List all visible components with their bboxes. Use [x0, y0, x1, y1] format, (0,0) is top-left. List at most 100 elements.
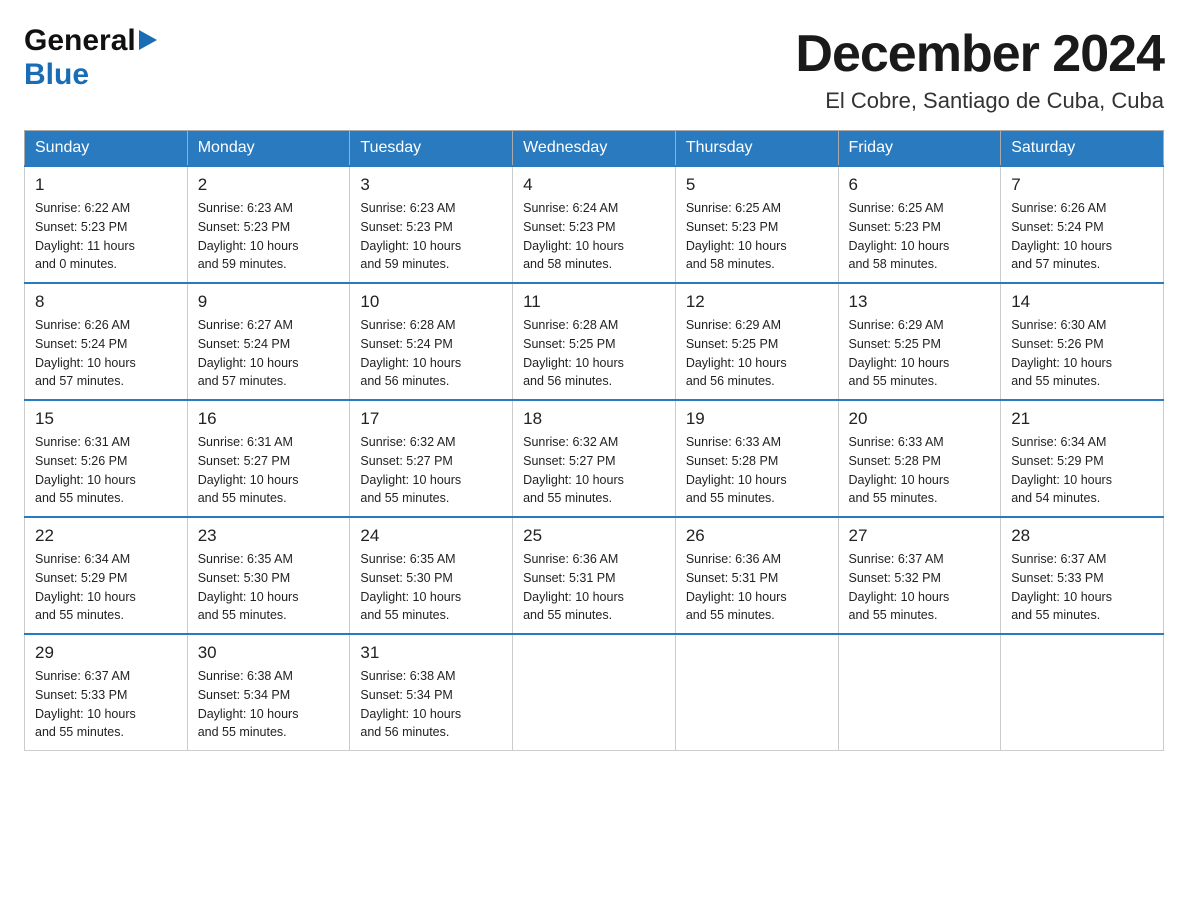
day-number: 15: [35, 409, 177, 429]
day-number: 6: [849, 175, 991, 195]
day-info: Sunrise: 6:29 AMSunset: 5:25 PMDaylight:…: [686, 316, 828, 391]
calendar-cell: 9 Sunrise: 6:27 AMSunset: 5:24 PMDayligh…: [187, 283, 350, 400]
day-number: 26: [686, 526, 828, 546]
day-info: Sunrise: 6:34 AMSunset: 5:29 PMDaylight:…: [35, 550, 177, 625]
week-row-3: 15 Sunrise: 6:31 AMSunset: 5:26 PMDaylig…: [25, 400, 1164, 517]
day-number: 7: [1011, 175, 1153, 195]
day-info: Sunrise: 6:24 AMSunset: 5:23 PMDaylight:…: [523, 199, 665, 274]
logo-general: General: [24, 24, 136, 58]
calendar-cell: 3 Sunrise: 6:23 AMSunset: 5:23 PMDayligh…: [350, 166, 513, 283]
day-info: Sunrise: 6:23 AMSunset: 5:23 PMDaylight:…: [360, 199, 502, 274]
day-info: Sunrise: 6:31 AMSunset: 5:26 PMDaylight:…: [35, 433, 177, 508]
day-number: 2: [198, 175, 340, 195]
calendar-cell: 5 Sunrise: 6:25 AMSunset: 5:23 PMDayligh…: [675, 166, 838, 283]
day-number: 23: [198, 526, 340, 546]
day-number: 14: [1011, 292, 1153, 312]
logo: General Blue: [24, 24, 157, 92]
header-tuesday: Tuesday: [350, 131, 513, 167]
day-number: 18: [523, 409, 665, 429]
day-info: Sunrise: 6:37 AMSunset: 5:33 PMDaylight:…: [1011, 550, 1153, 625]
day-info: Sunrise: 6:37 AMSunset: 5:33 PMDaylight:…: [35, 667, 177, 742]
calendar-cell: 14 Sunrise: 6:30 AMSunset: 5:26 PMDaylig…: [1001, 283, 1164, 400]
day-info: Sunrise: 6:33 AMSunset: 5:28 PMDaylight:…: [686, 433, 828, 508]
day-number: 8: [35, 292, 177, 312]
calendar-title: December 2024: [795, 24, 1164, 84]
calendar-cell: 23 Sunrise: 6:35 AMSunset: 5:30 PMDaylig…: [187, 517, 350, 634]
week-row-2: 8 Sunrise: 6:26 AMSunset: 5:24 PMDayligh…: [25, 283, 1164, 400]
day-number: 19: [686, 409, 828, 429]
day-info: Sunrise: 6:35 AMSunset: 5:30 PMDaylight:…: [360, 550, 502, 625]
calendar-cell: 20 Sunrise: 6:33 AMSunset: 5:28 PMDaylig…: [838, 400, 1001, 517]
calendar-cell: 18 Sunrise: 6:32 AMSunset: 5:27 PMDaylig…: [513, 400, 676, 517]
header-thursday: Thursday: [675, 131, 838, 167]
day-number: 9: [198, 292, 340, 312]
calendar-cell: 10 Sunrise: 6:28 AMSunset: 5:24 PMDaylig…: [350, 283, 513, 400]
day-number: 30: [198, 643, 340, 663]
day-info: Sunrise: 6:26 AMSunset: 5:24 PMDaylight:…: [35, 316, 177, 391]
week-row-1: 1 Sunrise: 6:22 AMSunset: 5:23 PMDayligh…: [25, 166, 1164, 283]
day-number: 13: [849, 292, 991, 312]
day-number: 29: [35, 643, 177, 663]
day-number: 20: [849, 409, 991, 429]
day-info: Sunrise: 6:23 AMSunset: 5:23 PMDaylight:…: [198, 199, 340, 274]
day-info: Sunrise: 6:29 AMSunset: 5:25 PMDaylight:…: [849, 316, 991, 391]
day-info: Sunrise: 6:37 AMSunset: 5:32 PMDaylight:…: [849, 550, 991, 625]
calendar-cell: 25 Sunrise: 6:36 AMSunset: 5:31 PMDaylig…: [513, 517, 676, 634]
calendar-cell: 13 Sunrise: 6:29 AMSunset: 5:25 PMDaylig…: [838, 283, 1001, 400]
calendar-cell: 27 Sunrise: 6:37 AMSunset: 5:32 PMDaylig…: [838, 517, 1001, 634]
calendar-cell: 16 Sunrise: 6:31 AMSunset: 5:27 PMDaylig…: [187, 400, 350, 517]
day-info: Sunrise: 6:38 AMSunset: 5:34 PMDaylight:…: [360, 667, 502, 742]
day-number: 1: [35, 175, 177, 195]
day-number: 31: [360, 643, 502, 663]
day-number: 21: [1011, 409, 1153, 429]
page-header: General Blue December 2024 El Cobre, San…: [24, 24, 1164, 114]
header-sunday: Sunday: [25, 131, 188, 167]
day-info: Sunrise: 6:30 AMSunset: 5:26 PMDaylight:…: [1011, 316, 1153, 391]
day-number: 22: [35, 526, 177, 546]
day-info: Sunrise: 6:35 AMSunset: 5:30 PMDaylight:…: [198, 550, 340, 625]
calendar-subtitle: El Cobre, Santiago de Cuba, Cuba: [795, 88, 1164, 114]
day-number: 28: [1011, 526, 1153, 546]
day-info: Sunrise: 6:26 AMSunset: 5:24 PMDaylight:…: [1011, 199, 1153, 274]
day-info: Sunrise: 6:36 AMSunset: 5:31 PMDaylight:…: [686, 550, 828, 625]
day-info: Sunrise: 6:28 AMSunset: 5:24 PMDaylight:…: [360, 316, 502, 391]
calendar-cell: [1001, 634, 1164, 751]
calendar-cell: 7 Sunrise: 6:26 AMSunset: 5:24 PMDayligh…: [1001, 166, 1164, 283]
day-info: Sunrise: 6:27 AMSunset: 5:24 PMDaylight:…: [198, 316, 340, 391]
calendar-cell: 24 Sunrise: 6:35 AMSunset: 5:30 PMDaylig…: [350, 517, 513, 634]
day-info: Sunrise: 6:34 AMSunset: 5:29 PMDaylight:…: [1011, 433, 1153, 508]
calendar-cell: [513, 634, 676, 751]
title-block: December 2024 El Cobre, Santiago de Cuba…: [795, 24, 1164, 114]
calendar-cell: 2 Sunrise: 6:23 AMSunset: 5:23 PMDayligh…: [187, 166, 350, 283]
day-info: Sunrise: 6:32 AMSunset: 5:27 PMDaylight:…: [523, 433, 665, 508]
day-number: 11: [523, 292, 665, 312]
day-number: 3: [360, 175, 502, 195]
day-info: Sunrise: 6:36 AMSunset: 5:31 PMDaylight:…: [523, 550, 665, 625]
day-info: Sunrise: 6:25 AMSunset: 5:23 PMDaylight:…: [686, 199, 828, 274]
calendar-cell: 22 Sunrise: 6:34 AMSunset: 5:29 PMDaylig…: [25, 517, 188, 634]
calendar-cell: 4 Sunrise: 6:24 AMSunset: 5:23 PMDayligh…: [513, 166, 676, 283]
calendar-cell: 6 Sunrise: 6:25 AMSunset: 5:23 PMDayligh…: [838, 166, 1001, 283]
day-number: 25: [523, 526, 665, 546]
calendar-cell: 28 Sunrise: 6:37 AMSunset: 5:33 PMDaylig…: [1001, 517, 1164, 634]
calendar-cell: [675, 634, 838, 751]
day-info: Sunrise: 6:31 AMSunset: 5:27 PMDaylight:…: [198, 433, 340, 508]
calendar-cell: 1 Sunrise: 6:22 AMSunset: 5:23 PMDayligh…: [25, 166, 188, 283]
logo-arrow-icon: [139, 30, 157, 50]
day-number: 12: [686, 292, 828, 312]
calendar-cell: 15 Sunrise: 6:31 AMSunset: 5:26 PMDaylig…: [25, 400, 188, 517]
header-saturday: Saturday: [1001, 131, 1164, 167]
day-info: Sunrise: 6:28 AMSunset: 5:25 PMDaylight:…: [523, 316, 665, 391]
day-number: 17: [360, 409, 502, 429]
calendar-cell: 17 Sunrise: 6:32 AMSunset: 5:27 PMDaylig…: [350, 400, 513, 517]
calendar-cell: [838, 634, 1001, 751]
day-number: 24: [360, 526, 502, 546]
calendar-table: Sunday Monday Tuesday Wednesday Thursday…: [24, 130, 1164, 751]
header-friday: Friday: [838, 131, 1001, 167]
calendar-cell: 19 Sunrise: 6:33 AMSunset: 5:28 PMDaylig…: [675, 400, 838, 517]
day-number: 4: [523, 175, 665, 195]
day-number: 16: [198, 409, 340, 429]
week-row-5: 29 Sunrise: 6:37 AMSunset: 5:33 PMDaylig…: [25, 634, 1164, 751]
day-info: Sunrise: 6:22 AMSunset: 5:23 PMDaylight:…: [35, 199, 177, 274]
day-number: 5: [686, 175, 828, 195]
